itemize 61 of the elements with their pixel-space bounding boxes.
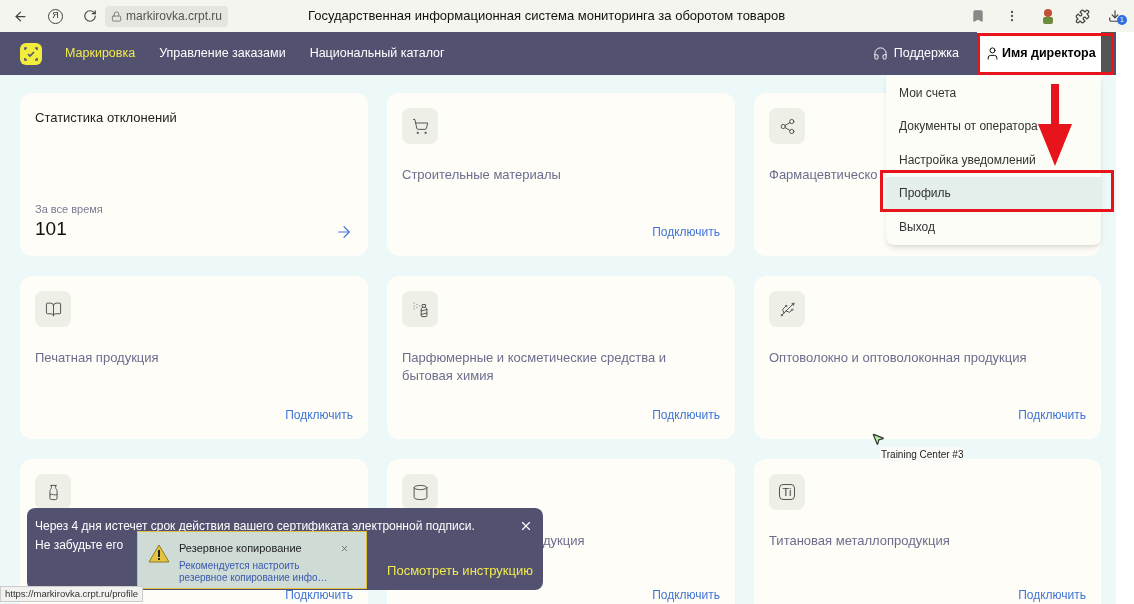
card-title: Статистика отклонений — [35, 109, 178, 127]
menu-item[interactable]: Документы от оператора — [899, 117, 1038, 136]
close-icon[interactable] — [519, 519, 533, 533]
puzzle-icon[interactable] — [1075, 8, 1090, 24]
bottle-icon — [35, 474, 71, 510]
user-icon — [985, 46, 1000, 61]
arrow-right-icon[interactable] — [335, 223, 353, 241]
nav-tab[interactable]: Маркировка — [65, 44, 136, 63]
back-icon[interactable] — [13, 8, 28, 24]
menu-item[interactable]: Мои счета — [899, 83, 957, 102]
stat-caption: За все время — [35, 201, 103, 217]
category-card[interactable]: Ti Титановая металлопродукция Подключить — [754, 459, 1101, 604]
address-bar[interactable]: markirovka.crpt.ru — [105, 5, 229, 27]
notification-title: Резервное копирование — [179, 541, 302, 556]
network-icon — [769, 108, 805, 144]
spray-can-icon — [402, 291, 438, 327]
warning-icon — [148, 544, 170, 563]
stats-card[interactable]: Статистика отклонений За все время 101 — [20, 93, 368, 256]
cart-icon — [402, 108, 438, 144]
usb-icon — [769, 291, 805, 327]
category-card[interactable]: Оптоволокно и оптоволоконная продукция Подключить — [754, 276, 1101, 439]
menu-item[interactable]: Профиль — [886, 176, 1101, 210]
reload-icon[interactable] — [83, 9, 97, 23]
lock-icon — [111, 10, 122, 22]
bookmark-icon[interactable] — [971, 9, 985, 23]
card-title: Оптоволокно и оптоволоконная продукция — [769, 349, 1027, 367]
book-icon — [35, 291, 71, 327]
connect-link[interactable]: Подключить — [652, 586, 720, 604]
close-icon[interactable] — [340, 543, 349, 553]
connect-link[interactable]: Подключить — [1018, 586, 1086, 604]
card-title: Парфюмерные и косметические средства и бытовая химия — [402, 349, 668, 385]
menu-item[interactable]: Настройка уведомлений — [899, 150, 1036, 169]
connect-link[interactable]: Подключить — [652, 406, 720, 424]
connect-link[interactable]: Подключить — [285, 406, 353, 424]
toast-message: Не забудьте его — [35, 537, 124, 554]
page-title: Государственная информационная система мониторинга за оборотом товаров — [308, 7, 786, 26]
pointer-icon — [871, 432, 885, 446]
menu-item[interactable]: Выход — [899, 217, 935, 236]
card-title: Титановая металлопродукция — [769, 532, 950, 550]
card-title: Фармацевтическо — [769, 166, 878, 184]
category-icon: Ti — [769, 474, 805, 510]
category-card[interactable]: Печатная продукция Подключить — [20, 276, 368, 439]
instruction-link[interactable]: Посмотреть инструкцию — [387, 560, 533, 580]
connect-link[interactable]: Подключить — [1018, 406, 1086, 424]
nav-tab[interactable]: Управление заказами — [159, 44, 286, 63]
card-title: дукция — [543, 532, 585, 550]
stat-value: 101 — [35, 217, 68, 241]
support-link[interactable]: Поддержка — [872, 44, 959, 63]
card-title: Печатная продукция — [35, 349, 159, 367]
headset-icon — [872, 46, 888, 61]
connect-link[interactable]: Подключить — [285, 586, 353, 604]
nav-tab[interactable]: Национальный каталог — [309, 44, 445, 63]
category-card[interactable]: Парфюмерные и косметические средства и бытовая химия Подключить — [387, 276, 735, 439]
notification-text: Рекомендуется настроить резервное копирование инфо… — [179, 559, 329, 584]
connect-link[interactable]: Подключить — [652, 223, 720, 241]
tooltip: Training Center #3 — [880, 447, 965, 462]
logo-icon[interactable] — [20, 42, 42, 65]
status-url: https://markirovka.crpt.ru/profile — [0, 586, 144, 602]
card-title: Строительные материалы — [402, 166, 561, 184]
cylinder-icon — [402, 474, 438, 510]
category-card[interactable]: Строительные материалы Подключить — [387, 93, 735, 256]
